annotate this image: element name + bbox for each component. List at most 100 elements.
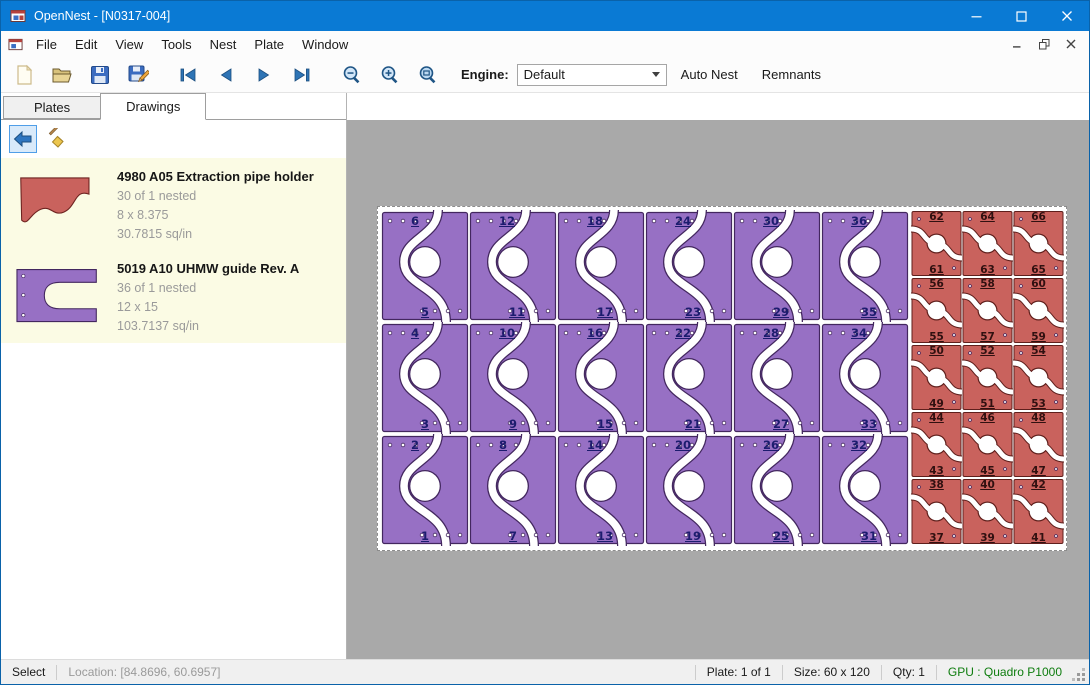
nested-part-pair[interactable]: 30 29: [733, 210, 821, 322]
part-number-top: 20: [675, 438, 691, 452]
save-button[interactable]: [85, 60, 115, 90]
part-number-bottom: 49: [911, 398, 962, 410]
new-file-button[interactable]: [9, 60, 39, 90]
nested-part-pair[interactable]: 6 5: [381, 210, 469, 322]
nested-part-pair[interactable]: 44 43: [911, 411, 962, 478]
nested-part-pair[interactable]: 4 3: [381, 322, 469, 434]
status-plate: Plate: 1 of 1: [696, 665, 782, 679]
nested-part-pair[interactable]: 64 63: [962, 210, 1013, 277]
drawing-thumbnail-uhmw-guide: [7, 257, 109, 335]
tab-plates[interactable]: Plates: [3, 96, 101, 119]
zoom-out-button[interactable]: [337, 60, 367, 90]
part-number-bottom: 19: [685, 529, 701, 543]
part-number-bottom: 25: [773, 529, 789, 543]
part-number-bottom: 59: [1013, 331, 1064, 343]
nested-part-pair[interactable]: 60 59: [1013, 277, 1064, 344]
nested-part-pair[interactable]: 36 35: [821, 210, 909, 322]
nested-part-pair[interactable]: 32 31: [821, 434, 909, 546]
assign-back-button[interactable]: [9, 125, 37, 153]
nested-part-pair[interactable]: 50 49: [911, 344, 962, 411]
nested-part-pair[interactable]: 20 19: [645, 434, 733, 546]
nested-part-pair[interactable]: 58 57: [962, 277, 1013, 344]
part-number-top: 18: [587, 214, 603, 228]
zoom-fit-button[interactable]: [413, 60, 443, 90]
part-number-bottom: 27: [773, 417, 789, 431]
status-mode: Select: [1, 665, 56, 679]
minimize-button[interactable]: [954, 1, 999, 31]
nested-part-pair[interactable]: 62 61: [911, 210, 962, 277]
nested-part-pair[interactable]: 22 21: [645, 322, 733, 434]
menu-nest[interactable]: Nest: [201, 31, 246, 57]
last-plate-button[interactable]: [287, 60, 317, 90]
resize-grip[interactable]: [1073, 660, 1089, 685]
nested-part-pair[interactable]: 2 1: [381, 434, 469, 546]
part-number-top: 36: [851, 214, 867, 228]
maximize-button[interactable]: [999, 1, 1044, 31]
zoom-in-button[interactable]: [375, 60, 405, 90]
engine-label: Engine:: [461, 67, 509, 82]
mdi-restore-button[interactable]: [1034, 35, 1054, 53]
drawing-area: 103.7137 sq/in: [117, 317, 299, 336]
menu-view[interactable]: View: [106, 31, 152, 57]
part-number-bottom: 45: [962, 465, 1013, 477]
menu-tools[interactable]: Tools: [152, 31, 200, 57]
open-file-button[interactable]: [47, 60, 77, 90]
nested-part-pair[interactable]: 38 37: [911, 478, 962, 545]
nested-part-pair[interactable]: 10 9: [469, 322, 557, 434]
nested-part-pair[interactable]: 12 11: [469, 210, 557, 322]
document-window-icon: [8, 37, 23, 52]
menu-window[interactable]: Window: [293, 31, 357, 57]
nested-part-pair[interactable]: 40 39: [962, 478, 1013, 545]
part-number-top: 12: [499, 214, 515, 228]
save-as-button[interactable]: [123, 60, 153, 90]
clear-button[interactable]: [45, 125, 73, 153]
zoom-in-icon: [379, 64, 401, 86]
auto-nest-button[interactable]: Auto Nest: [671, 62, 748, 88]
menu-file[interactable]: File: [27, 31, 66, 57]
titlebar[interactable]: OpenNest - [N0317-004]: [1, 1, 1089, 31]
list-item[interactable]: 4980 A05 Extraction pipe holder 30 of 1 …: [1, 158, 346, 250]
purple-grid: 6 5 12 11 18 17: [381, 210, 909, 547]
list-item[interactable]: 5019 A10 UHMW guide Rev. A 36 of 1 neste…: [1, 250, 346, 342]
nested-part-pair[interactable]: 52 51: [962, 344, 1013, 411]
nested-part-pair[interactable]: 42 41: [1013, 478, 1064, 545]
nested-part-pair[interactable]: 56 55: [911, 277, 962, 344]
part-number-bottom: 3: [421, 417, 429, 431]
status-qty: Qty: 1: [882, 665, 936, 679]
plate[interactable]: 6 5 12 11 18 17: [377, 206, 1067, 551]
statusbar: Select Location: [84.8696, 60.6957] Plat…: [1, 659, 1089, 684]
remnants-button[interactable]: Remnants: [752, 62, 831, 88]
nested-part-pair[interactable]: 46 45: [962, 411, 1013, 478]
nested-part-pair[interactable]: 24 23: [645, 210, 733, 322]
engine-value: Default: [524, 67, 652, 82]
close-button[interactable]: [1044, 1, 1089, 31]
mdi-minimize-button[interactable]: [1007, 35, 1027, 53]
nested-part-pair[interactable]: 8 7: [469, 434, 557, 546]
next-plate-button[interactable]: [249, 60, 279, 90]
part-number-top: 58: [962, 278, 1013, 290]
engine-dropdown[interactable]: Default: [517, 64, 667, 86]
part-number-bottom: 47: [1013, 465, 1064, 477]
part-number-top: 64: [962, 211, 1013, 223]
menubar: File Edit View Tools Nest Plate Window: [1, 31, 1089, 57]
mdi-close-button[interactable]: [1061, 35, 1081, 53]
nested-part-pair[interactable]: 16 15: [557, 322, 645, 434]
menu-edit[interactable]: Edit: [66, 31, 106, 57]
main-toolbar: Engine: Default Auto Nest Remnants: [1, 57, 1089, 93]
previous-plate-button[interactable]: [211, 60, 241, 90]
nested-part-pair[interactable]: 18 17: [557, 210, 645, 322]
nested-part-pair[interactable]: 14 13: [557, 434, 645, 546]
first-plate-button[interactable]: [173, 60, 203, 90]
nested-part-pair[interactable]: 66 65: [1013, 210, 1064, 277]
nested-part-pair[interactable]: 34 33: [821, 322, 909, 434]
part-number-bottom: 1: [421, 529, 429, 543]
nest-canvas[interactable]: 6 5 12 11 18 17: [347, 120, 1089, 659]
part-number-top: 60: [1013, 278, 1064, 290]
nested-part-pair[interactable]: 54 53: [1013, 344, 1064, 411]
nested-part-pair[interactable]: 26 25: [733, 434, 821, 546]
menu-plate[interactable]: Plate: [245, 31, 293, 57]
part-number-bottom: 55: [911, 331, 962, 343]
nested-part-pair[interactable]: 48 47: [1013, 411, 1064, 478]
nested-part-pair[interactable]: 28 27: [733, 322, 821, 434]
tab-drawings[interactable]: Drawings: [100, 93, 206, 120]
